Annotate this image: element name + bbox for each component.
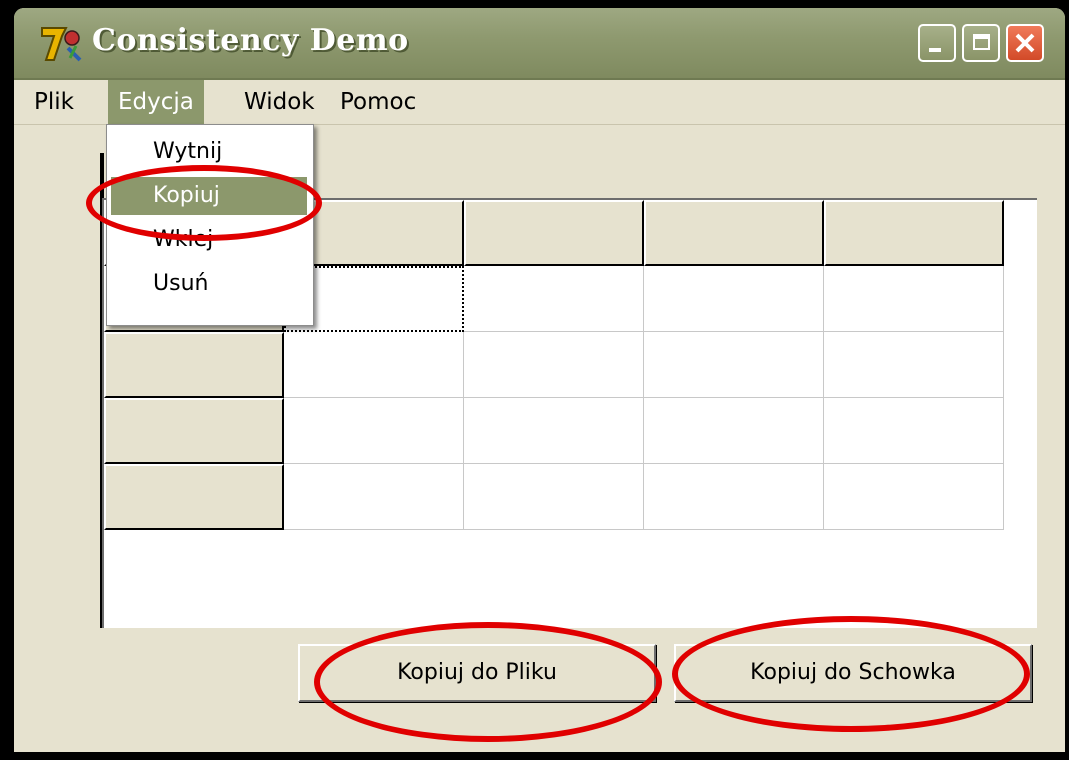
grid-cell[interactable]	[824, 266, 1004, 332]
edit-menu-dropdown: Wytnij Kopiuj Wklej Usuń	[106, 124, 314, 326]
close-icon	[1015, 33, 1035, 53]
grid-cell[interactable]	[464, 398, 644, 464]
grid-cell[interactable]	[284, 398, 464, 464]
menu-item-wklej[interactable]: Wklej	[111, 221, 307, 259]
copy-to-clipboard-button[interactable]: Kopiuj do Schowka	[674, 644, 1032, 702]
grid-cell[interactable]	[464, 332, 644, 398]
title-bar[interactable]: Consistency Demo	[14, 8, 1065, 80]
grid-cell[interactable]	[644, 398, 824, 464]
grid-cell[interactable]	[824, 398, 1004, 464]
menu-pomoc[interactable]: Pomoc	[330, 80, 426, 124]
grid-cell[interactable]	[284, 464, 464, 530]
grid-header-cell[interactable]	[464, 200, 644, 266]
maximize-button[interactable]	[962, 24, 1000, 62]
grid-cell[interactable]	[644, 464, 824, 530]
grid-cell[interactable]	[464, 266, 644, 332]
grid-header-cell[interactable]	[824, 200, 1004, 266]
grid-cell[interactable]	[284, 332, 464, 398]
grid-row-header[interactable]	[104, 398, 284, 464]
grid-cell[interactable]	[824, 464, 1004, 530]
grid-row-header[interactable]	[104, 332, 284, 398]
menu-item-kopiuj[interactable]: Kopiuj	[111, 177, 307, 215]
menu-widok[interactable]: Widok	[234, 80, 325, 124]
grid-row-header[interactable]	[104, 464, 284, 530]
menu-item-usun[interactable]: Usuń	[111, 265, 307, 303]
copy-to-file-button[interactable]: Kopiuj do Pliku	[298, 644, 656, 702]
grid-cell[interactable]	[824, 332, 1004, 398]
menu-item-wytnij[interactable]: Wytnij	[111, 133, 307, 171]
app-window: Consistency Demo Plik Edycja Widok Pomoc	[14, 8, 1065, 752]
grid-header-cell[interactable]	[644, 200, 824, 266]
close-button[interactable]	[1006, 24, 1044, 62]
grid-cell[interactable]	[464, 464, 644, 530]
window-title: Consistency Demo	[92, 23, 409, 58]
menu-plik[interactable]: Plik	[24, 80, 84, 124]
grid-cell[interactable]	[644, 266, 824, 332]
app-seven-icon	[41, 27, 82, 62]
menu-bar: Plik Edycja Widok Pomoc	[14, 80, 1065, 125]
menu-edycja[interactable]: Edycja	[108, 80, 204, 124]
minimize-button[interactable]	[918, 24, 956, 62]
grid-cell[interactable]	[644, 332, 824, 398]
